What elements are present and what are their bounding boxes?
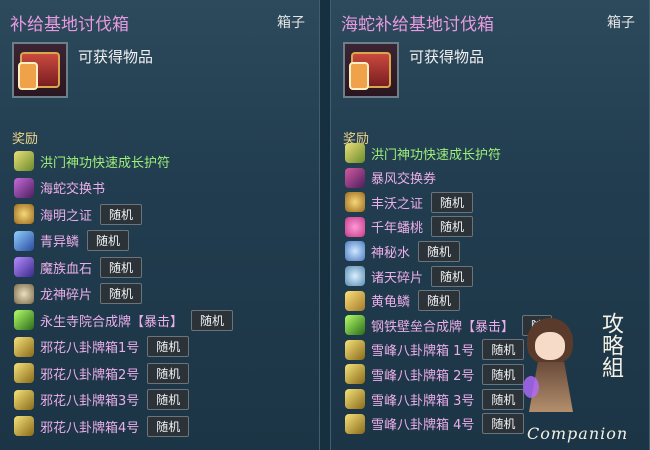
- random-badge: 随机: [147, 336, 190, 357]
- reward-item-name: 神秘水: [371, 245, 411, 261]
- reward-item-name: 诸天碎片: [371, 270, 424, 286]
- reward-header: 奖励: [12, 132, 39, 147]
- reward-item-name: 雪峰八卦牌箱 2号: [371, 368, 475, 384]
- medal-icon: [14, 204, 34, 224]
- obtainable-items-label: 可获得物品: [78, 48, 154, 66]
- companion-watermark: 攻略組 Companion: [505, 300, 650, 450]
- random-badge: 随机: [87, 230, 130, 251]
- reward-item-name: 邪花八卦牌箱3号: [40, 394, 140, 409]
- reward-item[interactable]: 雪峰八卦牌箱 1号 随机: [345, 339, 525, 361]
- reward-item[interactable]: 黄龟鳞 随机: [345, 290, 461, 312]
- random-badge: 随机: [147, 362, 190, 384]
- synth-card-icon: [345, 315, 365, 336]
- chibi-character-image: [523, 318, 579, 426]
- talisman-icon: [14, 151, 34, 171]
- reward-item[interactable]: 永生寺院合成牌【暴击】 随机: [14, 309, 234, 331]
- random-badge: 随机: [418, 240, 461, 262]
- item-title: 补给基地讨伐箱: [10, 15, 129, 35]
- random-badge: 随机: [147, 389, 190, 410]
- reward-item[interactable]: 邪花八卦牌箱1号 随机: [14, 336, 190, 358]
- reward-item[interactable]: 海蛇交换书: [14, 177, 105, 199]
- reward-item[interactable]: 青异鳞 随机: [14, 230, 130, 252]
- item-title: 海蛇补给基地讨伐箱: [341, 15, 494, 35]
- panel-divider: [320, 0, 330, 450]
- key-icon: [349, 62, 369, 90]
- dragon-shard-icon: [14, 283, 34, 304]
- bagua-box-icon: [345, 364, 365, 385]
- reward-item[interactable]: 魔族血石 随机: [14, 256, 143, 278]
- bagua-box-icon: [345, 389, 365, 409]
- reward-item-name: 雪峰八卦牌箱 4号: [371, 418, 475, 434]
- bagua-box-icon: [14, 416, 34, 436]
- reward-item[interactable]: 邪花八卦牌箱2号 随机: [14, 362, 190, 384]
- reward-item-name: 雪峰八卦牌箱 3号: [371, 393, 475, 409]
- reward-item-name: 洪门神功快速成长护符: [371, 147, 502, 163]
- peach-icon: [345, 216, 365, 237]
- reward-item[interactable]: 丰沃之证 随机: [345, 191, 474, 213]
- tooltip-panel-left: 补给基地讨伐箱 箱子 可获得物品 奖励 洪门神功快速成长护符 海蛇交换书 海明之证随…: [0, 0, 320, 450]
- item-type-label: 箱子: [277, 15, 305, 31]
- reward-item[interactable]: 海明之证 随机: [14, 203, 143, 225]
- reward-item-name: 洪门神功快速成长护符: [40, 155, 171, 171]
- scale-icon: [14, 230, 34, 251]
- reward-item-name: 永生寺院合成牌【暴击】: [40, 314, 184, 330]
- reward-item[interactable]: 雪峰八卦牌箱 2号 随机: [345, 363, 525, 385]
- random-badge: 随机: [418, 290, 461, 312]
- reward-item-name: 邪花八卦牌箱2号: [40, 367, 140, 383]
- reward-item-name: 海蛇交换书: [40, 182, 106, 197]
- talisman-icon: [345, 143, 365, 163]
- reward-item-name: 邪花八卦牌箱1号: [40, 341, 140, 356]
- reward-item-name: 魔族血石: [40, 261, 93, 277]
- watermark-text: Companion: [527, 424, 629, 443]
- reward-item-name: 千年蟠桃: [371, 221, 424, 237]
- random-badge: 随机: [191, 309, 234, 331]
- reward-item-name: 钢铁壁垒合成牌【暴击】: [371, 319, 515, 335]
- item-type-label: 箱子: [607, 15, 635, 31]
- bagua-box-icon: [345, 339, 365, 360]
- random-badge: 随机: [431, 265, 474, 287]
- reward-item[interactable]: 邪花八卦牌箱3号 随机: [14, 389, 190, 411]
- random-badge: 随机: [431, 216, 474, 238]
- reward-item[interactable]: 雪峰八卦牌箱 4号 随机: [345, 413, 525, 435]
- reward-item-name: 暴风交换券: [371, 172, 437, 188]
- bagua-box-icon: [14, 336, 34, 357]
- reward-item-name: 海明之证: [40, 208, 93, 224]
- synth-card-icon: [14, 310, 34, 330]
- watermark-cjk-text: 攻略組: [598, 312, 623, 378]
- random-badge: 随机: [431, 191, 474, 213]
- reward-item-name: 邪花八卦牌箱4号: [40, 420, 140, 436]
- reward-item[interactable]: 龙神碎片 随机: [14, 283, 143, 305]
- reward-item[interactable]: 千年蟠桃 随机: [345, 216, 474, 238]
- chest-key-icon: [343, 42, 399, 98]
- water-icon: [345, 241, 365, 262]
- exchange-ticket-icon: [345, 167, 365, 188]
- reward-item[interactable]: 洪门神功快速成长护符: [14, 150, 170, 172]
- reward-item[interactable]: 神秘水 随机: [345, 240, 461, 262]
- exchange-book-icon: [14, 177, 34, 198]
- reward-item[interactable]: 雪峰八卦牌箱 3号 随机: [345, 388, 525, 410]
- reward-item-name: 黄龟鳞: [371, 295, 411, 311]
- bagua-box-icon: [14, 389, 34, 410]
- key-icon: [18, 62, 38, 90]
- random-badge: 随机: [100, 203, 143, 225]
- reward-item-name: 雪峰八卦牌箱 1号: [371, 344, 475, 360]
- medal-icon: [345, 192, 365, 213]
- reward-item-name: 青异鳞: [40, 235, 80, 250]
- heaven-shard-icon: [345, 266, 365, 286]
- random-badge: 随机: [100, 283, 143, 304]
- bagua-box-icon: [345, 413, 365, 434]
- bloodstone-icon: [14, 257, 34, 277]
- reward-item-name: 龙神碎片: [40, 288, 93, 303]
- reward-item[interactable]: 诸天碎片 随机: [345, 265, 474, 287]
- reward-item-name: 丰沃之证: [371, 196, 424, 212]
- obtainable-items-label: 可获得物品: [409, 48, 485, 66]
- reward-item[interactable]: 洪门神功快速成长护符: [345, 142, 501, 164]
- turtle-scale-icon: [345, 290, 365, 311]
- random-badge: 随机: [100, 256, 143, 278]
- chest-key-icon: [12, 42, 68, 98]
- bagua-box-icon: [14, 363, 34, 383]
- random-badge: 随机: [147, 415, 190, 437]
- reward-item[interactable]: 邪花八卦牌箱4号 随机: [14, 415, 190, 437]
- reward-item[interactable]: 暴风交换券: [345, 167, 436, 189]
